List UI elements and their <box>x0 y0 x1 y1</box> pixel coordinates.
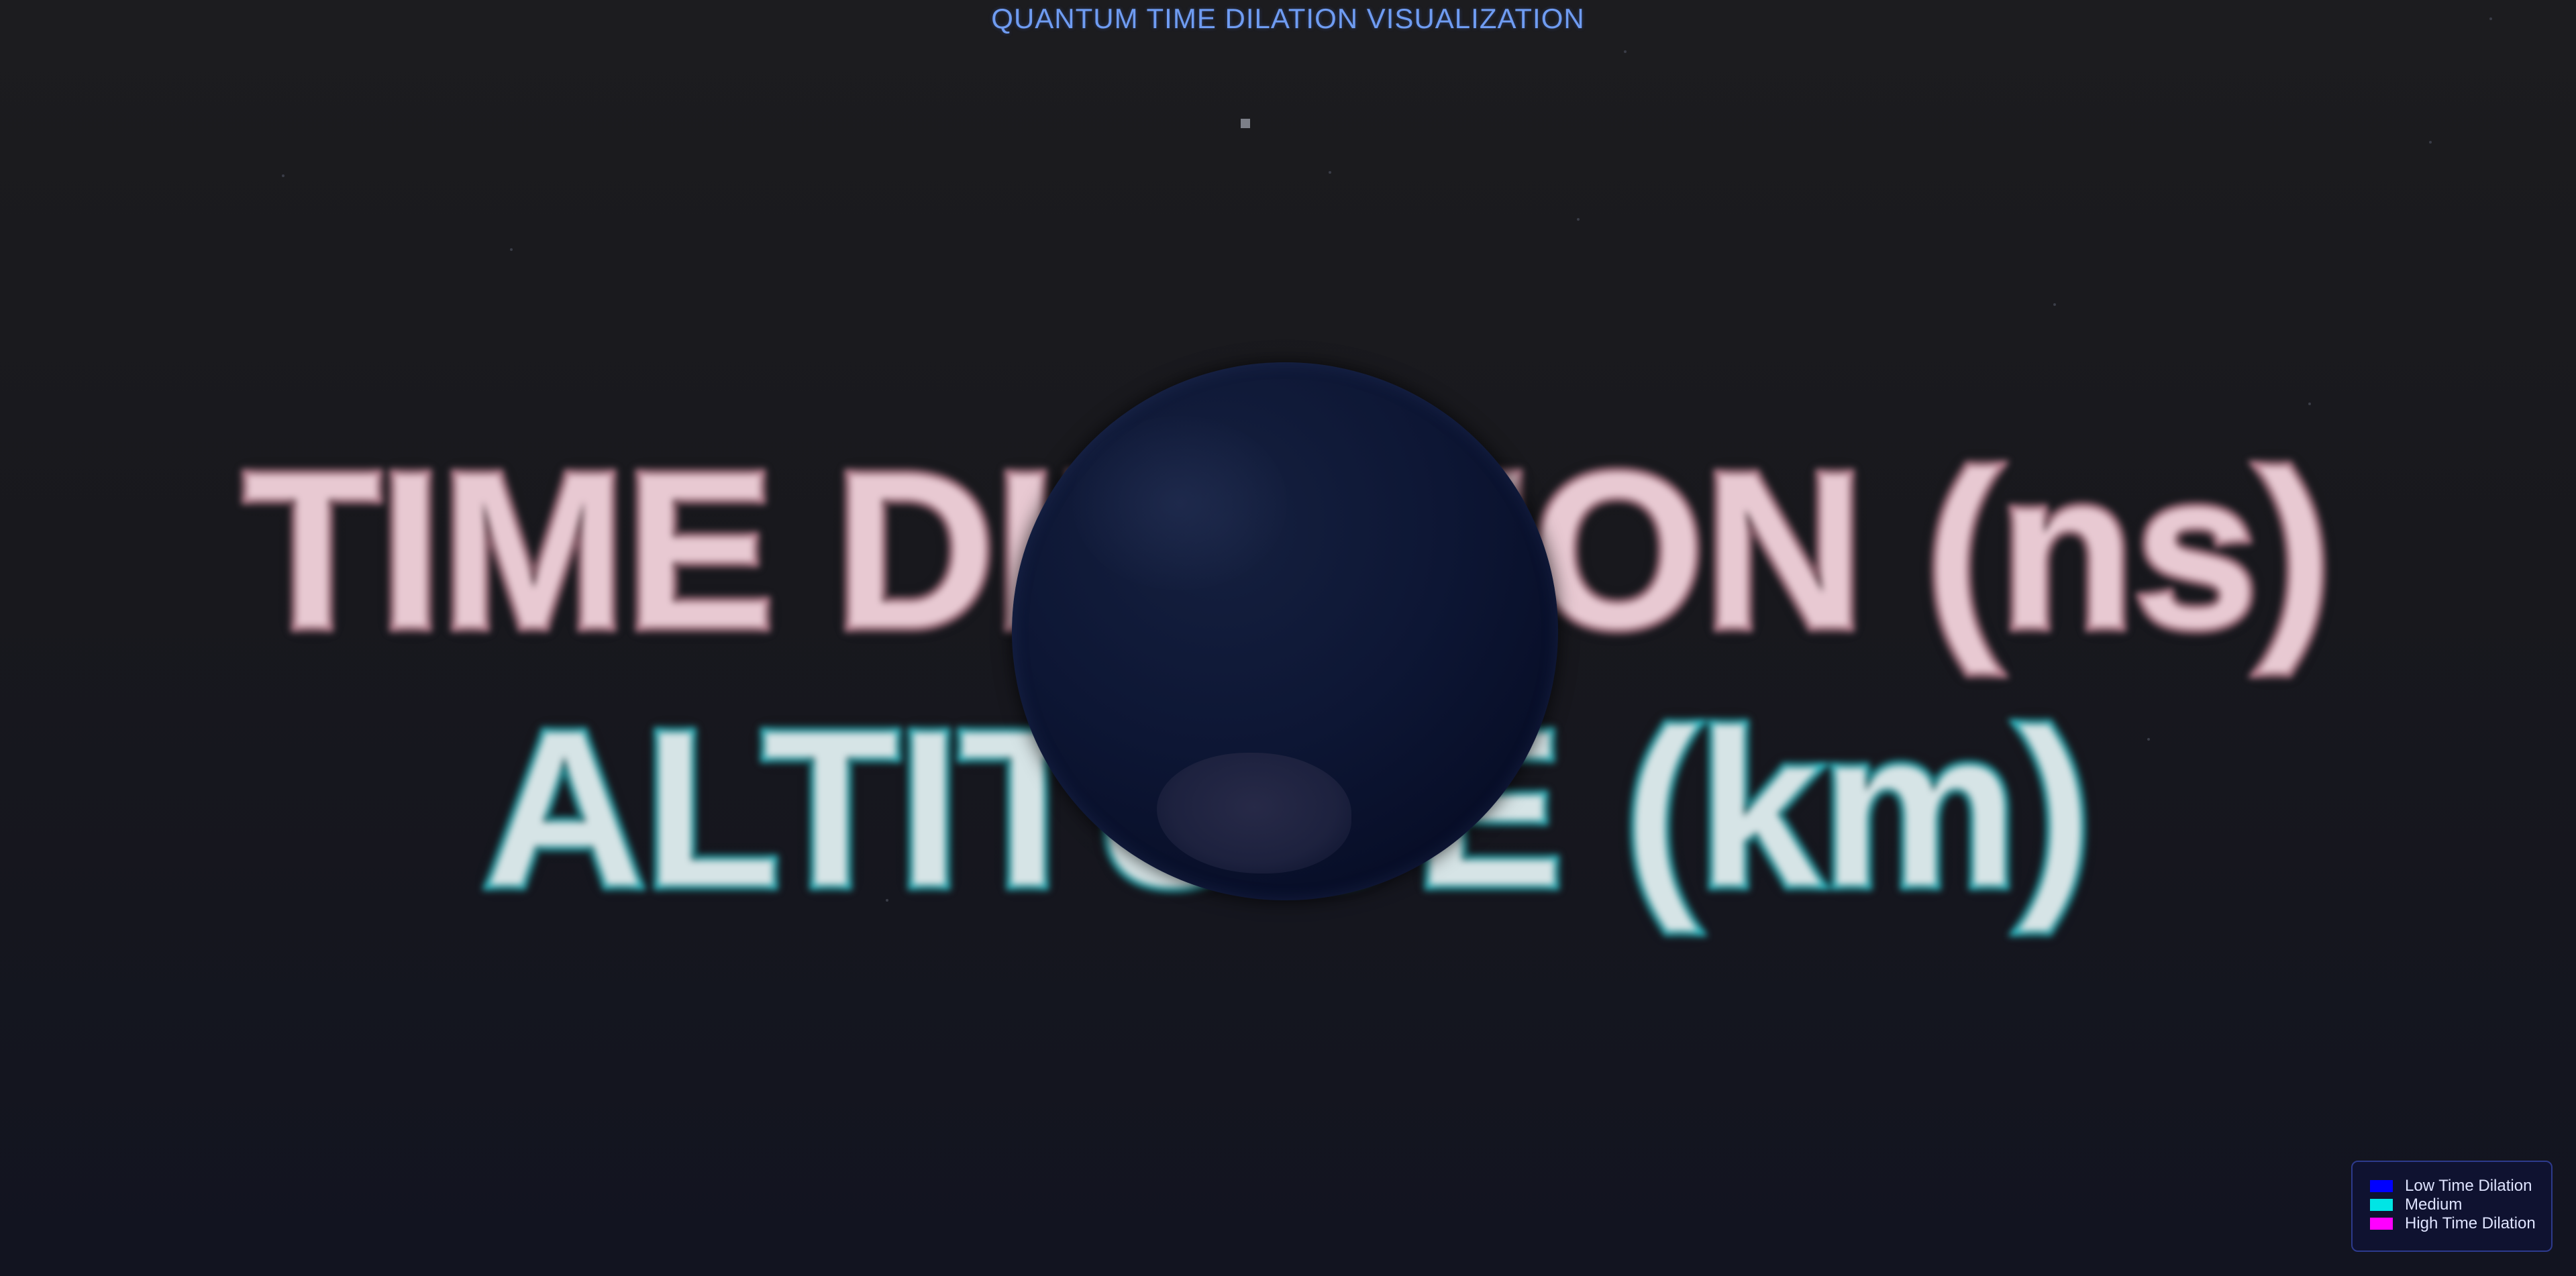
legend-item-medium: Medium <box>2370 1195 2551 1214</box>
legend-swatch-medium <box>2370 1199 2393 1211</box>
star <box>2429 141 2432 144</box>
star <box>1329 171 1331 174</box>
legend-item-low: Low Time Dilation <box>2370 1177 2551 1195</box>
earth-globe-icon[interactable] <box>1012 362 1558 900</box>
star <box>1577 218 1580 221</box>
legend-swatch-low <box>2370 1180 2393 1192</box>
continent-australia-shape <box>1157 753 1351 873</box>
legend-label-medium: Medium <box>2405 1195 2463 1214</box>
star <box>1624 50 1627 53</box>
legend-item-high: High Time Dilation <box>2370 1214 2551 1233</box>
legend-label-high: High Time Dilation <box>2405 1214 2536 1232</box>
visualization-canvas[interactable]: QUANTUM TIME DILATION VISUALIZATION TIME… <box>0 0 2576 1276</box>
star <box>2053 303 2056 306</box>
legend-swatch-high <box>2370 1218 2393 1230</box>
satellite-marker[interactable] <box>1241 119 1250 128</box>
star <box>282 174 285 177</box>
legend-label-low: Low Time Dilation <box>2405 1177 2532 1195</box>
star <box>2308 403 2311 405</box>
star <box>510 248 513 251</box>
time-dilation-legend: Low Time Dilation Medium High Time Dilat… <box>2351 1161 2553 1252</box>
page-title: QUANTUM TIME DILATION VISUALIZATION <box>991 3 1585 34</box>
continent-asia-shape <box>1072 416 1287 590</box>
